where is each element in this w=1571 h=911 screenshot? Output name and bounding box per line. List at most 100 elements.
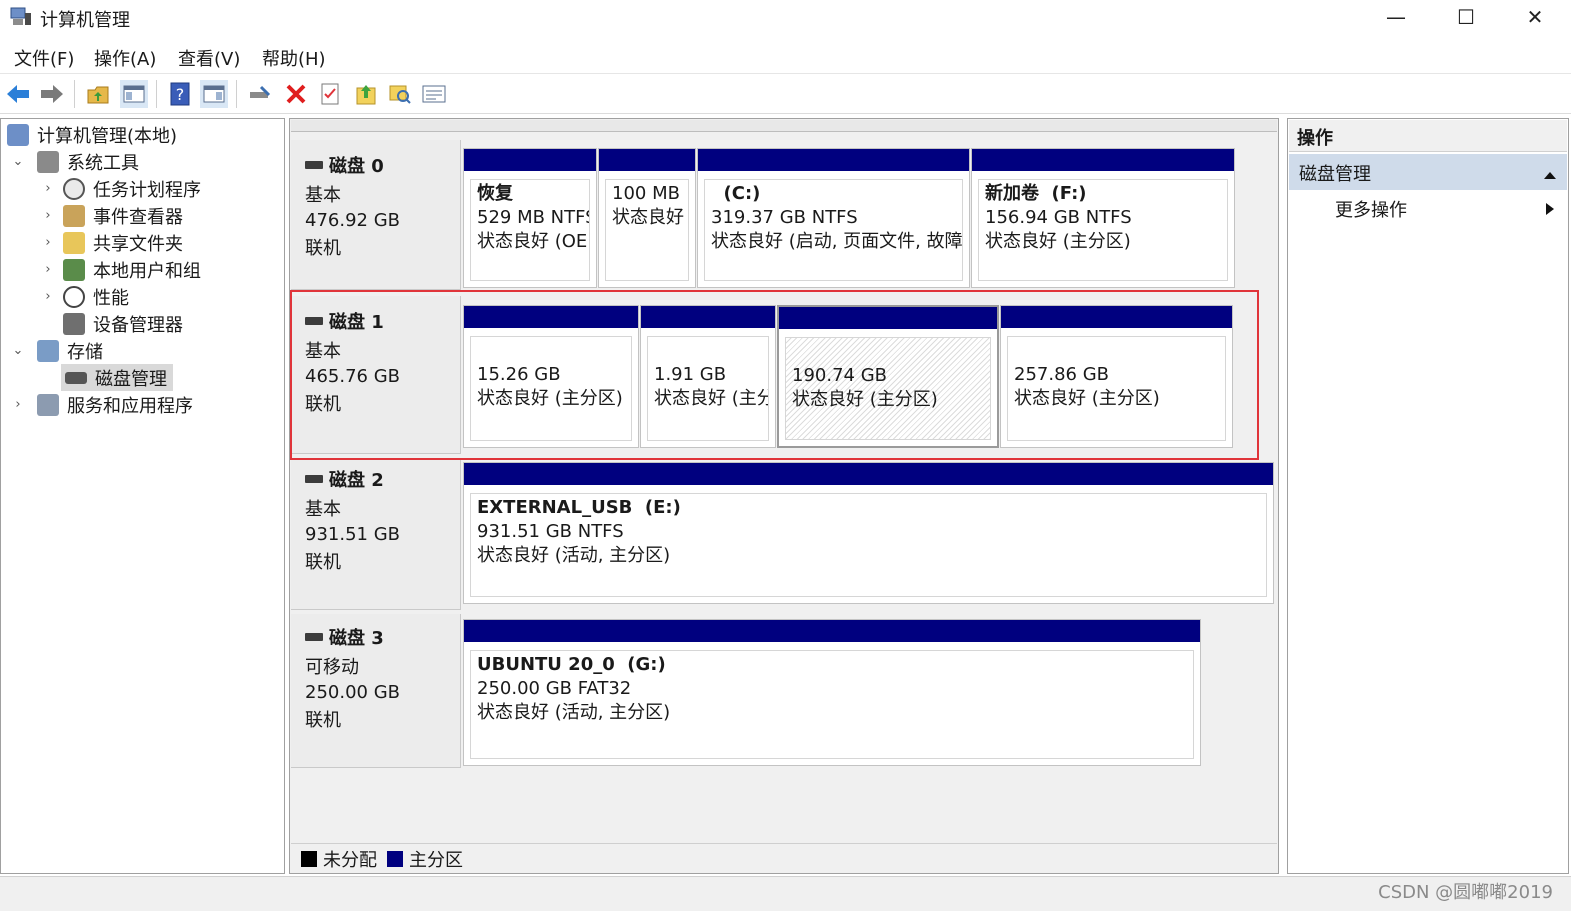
tree-item-system-tools[interactable]: ⌄ 系统工具 <box>11 148 139 175</box>
status-bar <box>0 876 1571 911</box>
disk-name: 磁盘 3 <box>329 628 384 649</box>
tree-root[interactable]: 计算机管理(本地) <box>7 121 177 148</box>
partition-body: 100 MB 状态良好 <box>605 179 689 281</box>
disk-info[interactable]: 磁盘 3 可移动 250.00 GB 联机 <box>291 614 461 768</box>
show-console-tree-icon[interactable] <box>120 80 148 108</box>
show-action-pane-icon[interactable] <box>200 80 228 108</box>
chevron-down-icon[interactable]: ⌄ <box>11 154 25 169</box>
horizontal-scrollbar[interactable] <box>291 120 1277 132</box>
chevron-down-icon[interactable]: ⌄ <box>11 343 25 358</box>
tree-root-label: 计算机管理(本地) <box>37 125 178 147</box>
partition-size: 156.94 GB NTFS <box>985 207 1132 228</box>
partition-title: (C:) <box>711 183 761 204</box>
search-folder-icon[interactable] <box>386 80 414 108</box>
more-actions-item[interactable]: 更多操作 <box>1335 196 1407 222</box>
disk-management-icon <box>65 371 87 384</box>
partition-status: 状态良好 (活动, 主分区) <box>477 702 671 723</box>
tree-item-label: 磁盘管理 <box>95 368 167 390</box>
chevron-right-icon[interactable]: › <box>41 235 55 250</box>
menu-bar: 文件(F) 操作(A) 查看(V) 帮助(H) <box>0 40 1571 74</box>
partition[interactable]: 恢复 529 MB NTFS 状态良好 (OEM <box>463 148 597 288</box>
partition-body: 恢复 529 MB NTFS 状态良好 (OEM <box>470 179 590 281</box>
tree-item-storage[interactable]: ⌄ 存储 <box>11 337 103 364</box>
watermark-text: CSDN @圆嘟嘟2019 <box>1378 882 1553 903</box>
tree-item-label: 存储 <box>67 341 103 363</box>
delete-icon[interactable] <box>282 80 310 108</box>
device-manager-icon <box>63 312 85 335</box>
menu-file[interactable]: 文件(F) <box>14 45 74 71</box>
tree-item-label: 本地用户和组 <box>93 260 201 282</box>
collapse-up-icon[interactable] <box>1543 164 1557 185</box>
partition[interactable]: EXTERNAL_USB (E:) 931.51 GB NTFS 状态良好 (活… <box>463 462 1274 604</box>
properties-checklist-icon[interactable] <box>316 80 344 108</box>
disk-name: 磁盘 2 <box>329 470 384 491</box>
up-folder-icon[interactable] <box>84 80 112 108</box>
chevron-right-icon[interactable]: › <box>11 397 25 412</box>
disk-status: 联机 <box>305 238 341 259</box>
close-button[interactable]: ✕ <box>1500 0 1570 34</box>
disk-icon <box>305 161 323 169</box>
tree-item-task-scheduler[interactable]: › 任务计划程序 <box>41 175 201 202</box>
performance-gauge-icon <box>63 285 85 308</box>
disk-size: 476.92 GB <box>305 210 401 231</box>
partition[interactable]: 新加卷 (F:) 156.94 GB NTFS 状态良好 (主分区) <box>971 148 1235 288</box>
export-folder-icon[interactable] <box>352 80 380 108</box>
partition-bar <box>464 620 1200 642</box>
window-title: 计算机管理 <box>40 10 130 31</box>
chevron-right-icon[interactable]: › <box>41 262 55 277</box>
partition-status: 状态良好 (OEM <box>477 231 589 252</box>
forward-arrow-icon[interactable] <box>38 80 66 108</box>
partition[interactable]: 100 MB 状态良好 <box>598 148 696 288</box>
actions-section-disk-management[interactable]: 磁盘管理 <box>1289 154 1567 190</box>
computer-management-icon <box>7 123 29 146</box>
partition-size: 100 MB <box>612 183 680 204</box>
partition-status: 状态良好 (活动, 主分区) <box>477 545 671 566</box>
menu-action[interactable]: 操作(A) <box>94 45 156 71</box>
back-arrow-icon[interactable] <box>4 80 32 108</box>
chevron-right-icon[interactable]: › <box>41 289 55 304</box>
toolbar: ? <box>0 74 1571 114</box>
disk-size: 931.51 GB <box>305 524 401 545</box>
partition-size: 529 MB NTFS <box>477 207 590 228</box>
partition[interactable]: UBUNTU 20_0 (G:) 250.00 GB FAT32 状态良好 (活… <box>463 619 1201 766</box>
more-actions-label: 更多操作 <box>1335 200 1407 221</box>
list-view-icon[interactable] <box>420 80 448 108</box>
tree-item-label: 系统工具 <box>67 152 139 174</box>
tree-item-event-viewer[interactable]: › 事件查看器 <box>41 202 183 229</box>
maximize-button[interactable]: ☐ <box>1431 0 1501 34</box>
partition-title: 新加卷 (F:) <box>985 183 1087 204</box>
connect-drive-icon[interactable] <box>246 80 274 108</box>
tree-item-device-manager[interactable]: 设备管理器 <box>41 310 183 337</box>
tree-item-services-apps[interactable]: › 服务和应用程序 <box>11 391 193 418</box>
disk-type: 基本 <box>305 499 341 520</box>
disk-info[interactable]: 磁盘 2 基本 931.51 GB 联机 <box>291 460 461 610</box>
tree-item-label: 设备管理器 <box>93 314 183 336</box>
submenu-arrow-icon[interactable] <box>1545 201 1555 220</box>
partition-body: UBUNTU 20_0 (G:) 250.00 GB FAT32 状态良好 (活… <box>470 650 1194 759</box>
disk-info[interactable]: 磁盘 0 基本 476.92 GB 联机 <box>291 140 461 290</box>
partition-title: 恢复 <box>477 183 513 204</box>
chevron-right-icon[interactable]: › <box>41 208 55 223</box>
users-icon <box>63 258 85 281</box>
partition-status: 状态良好 (启动, 页面文件, 故障转 <box>711 231 963 252</box>
minimize-button[interactable]: — <box>1361 0 1431 34</box>
console-tree: 计算机管理(本地) ⌄ 系统工具 › 任务计划程序 › 事件查看器 › 共享文件… <box>0 118 285 874</box>
computer-management-icon <box>10 7 31 25</box>
tree-item-label: 性能 <box>93 287 129 309</box>
tree-item-shared-folders[interactable]: › 共享文件夹 <box>41 229 183 256</box>
chevron-right-icon[interactable]: › <box>41 181 55 196</box>
tree-item-disk-management[interactable]: 磁盘管理 <box>61 364 173 391</box>
partition[interactable]: (C:) 319.37 GB NTFS 状态良好 (启动, 页面文件, 故障转 <box>697 148 970 288</box>
event-log-icon <box>63 204 85 227</box>
help-icon[interactable]: ? <box>166 80 194 108</box>
menu-help[interactable]: 帮助(H) <box>262 45 326 71</box>
actions-section-label: 磁盘管理 <box>1299 164 1371 185</box>
menu-view[interactable]: 查看(V) <box>178 45 240 71</box>
partition-bar <box>972 149 1234 171</box>
shared-folder-icon <box>63 231 85 254</box>
tree-item-local-users[interactable]: › 本地用户和组 <box>41 256 201 283</box>
title-bar: 计算机管理 — ☐ ✕ <box>0 0 1571 36</box>
tools-icon <box>37 150 59 173</box>
tree-item-performance[interactable]: › 性能 <box>41 283 129 310</box>
toolbar-separator <box>74 80 75 108</box>
